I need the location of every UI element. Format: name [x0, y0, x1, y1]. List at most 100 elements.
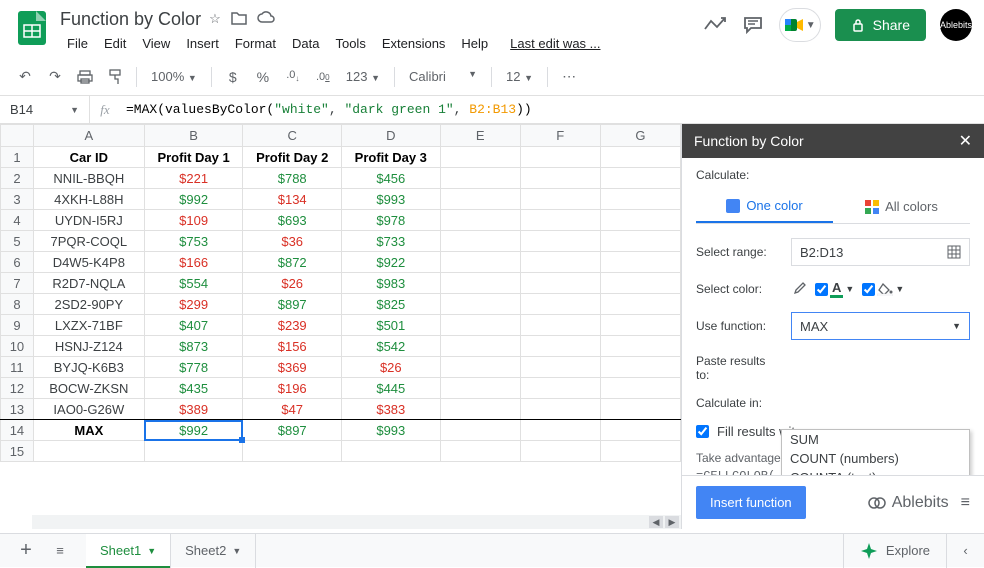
cell[interactable]	[520, 441, 600, 462]
function-option[interactable]: SUM	[782, 430, 969, 449]
cell[interactable]	[600, 378, 680, 399]
cell[interactable]	[440, 441, 520, 462]
cell[interactable]	[33, 441, 144, 462]
cell[interactable]	[520, 294, 600, 315]
row-header[interactable]: 4	[1, 210, 34, 231]
tab-one-color[interactable]: One color	[696, 190, 833, 223]
share-button[interactable]: Share	[835, 9, 926, 41]
cell[interactable]: $825	[342, 294, 441, 315]
row-header[interactable]: 9	[1, 315, 34, 336]
cell[interactable]	[600, 420, 680, 441]
col-header[interactable]: E	[440, 125, 520, 147]
row-header[interactable]: 5	[1, 231, 34, 252]
cell[interactable]	[440, 420, 520, 441]
font-size-select[interactable]: 12 ▼	[500, 69, 539, 84]
cell[interactable]: $872	[243, 252, 342, 273]
cell[interactable]: $26	[243, 273, 342, 294]
cell[interactable]: $897	[243, 294, 342, 315]
currency-button[interactable]: $	[220, 64, 246, 90]
col-header[interactable]: C	[243, 125, 342, 147]
last-edit-link[interactable]: Last edit was ...	[503, 32, 607, 55]
cell[interactable]: BOCW-ZKSN	[33, 378, 144, 399]
cell[interactable]: $435	[144, 378, 243, 399]
cell[interactable]: $456	[342, 168, 441, 189]
inc-decimal-button[interactable]: .00	[310, 64, 336, 90]
cell[interactable]: $299	[144, 294, 243, 315]
cell[interactable]: $992	[144, 420, 243, 441]
cell[interactable]: $993	[342, 189, 441, 210]
cell[interactable]	[440, 252, 520, 273]
dec-decimal-button[interactable]: .0↓	[280, 64, 306, 90]
cell[interactable]	[440, 399, 520, 420]
cell[interactable]: $554	[144, 273, 243, 294]
cell[interactable]	[243, 441, 342, 462]
font-color-icon[interactable]: A	[830, 280, 843, 298]
tab-all-colors[interactable]: All colors	[833, 190, 970, 223]
cell[interactable]: $992	[144, 189, 243, 210]
cell[interactable]	[600, 252, 680, 273]
row-header[interactable]: 10	[1, 336, 34, 357]
cell[interactable]	[440, 189, 520, 210]
cell[interactable]	[600, 210, 680, 231]
eyedropper-icon[interactable]	[791, 281, 807, 297]
cell[interactable]	[440, 378, 520, 399]
function-option[interactable]: COUNTA (text)	[782, 468, 969, 475]
col-header[interactable]: A	[33, 125, 144, 147]
menu-view[interactable]: View	[135, 32, 177, 55]
cell[interactable]	[520, 252, 600, 273]
menu-file[interactable]: File	[60, 32, 95, 55]
cell[interactable]: HSNJ-Z124	[33, 336, 144, 357]
row-header[interactable]: 13	[1, 399, 34, 420]
grid-picker-icon[interactable]	[947, 245, 961, 259]
row-header[interactable]: 3	[1, 189, 34, 210]
cell[interactable]	[520, 420, 600, 441]
cell[interactable]: $239	[243, 315, 342, 336]
cell[interactable]	[600, 336, 680, 357]
spreadsheet-grid[interactable]: ABCDEFG1Car IDProfit Day 1Profit Day 2Pr…	[0, 124, 681, 529]
cell[interactable]: $221	[144, 168, 243, 189]
fill-color-icon[interactable]	[877, 282, 893, 296]
paint-format-button[interactable]	[102, 64, 128, 90]
cell[interactable]: D4W5-K4P8	[33, 252, 144, 273]
menu-insert[interactable]: Insert	[179, 32, 226, 55]
zoom-select[interactable]: 100% ▼	[145, 69, 203, 84]
menu-format[interactable]: Format	[228, 32, 283, 55]
cell[interactable]: Profit Day 2	[243, 147, 342, 168]
cell[interactable]	[440, 210, 520, 231]
function-select[interactable]: MAX▼	[791, 312, 970, 340]
account-avatar[interactable]: Ablebits	[940, 9, 972, 41]
cell[interactable]	[600, 294, 680, 315]
cell[interactable]: 4XKH-L88H	[33, 189, 144, 210]
cell[interactable]: $156	[243, 336, 342, 357]
formula-input[interactable]: =MAX(valuesByColor("white", "dark green …	[120, 102, 984, 117]
cloud-icon[interactable]	[257, 11, 275, 27]
cell[interactable]: 2SD2-90PY	[33, 294, 144, 315]
undo-button[interactable]: ↶	[12, 64, 38, 90]
cell[interactable]: $369	[243, 357, 342, 378]
cell[interactable]: $389	[144, 399, 243, 420]
row-header[interactable]: 14	[1, 420, 34, 441]
cell[interactable]: $753	[144, 231, 243, 252]
row-header[interactable]: 8	[1, 294, 34, 315]
cell[interactable]: $109	[144, 210, 243, 231]
cell[interactable]: $47	[243, 399, 342, 420]
redo-button[interactable]: ↷	[42, 64, 68, 90]
cell[interactable]: $501	[342, 315, 441, 336]
col-header[interactable]: F	[520, 125, 600, 147]
scroll-right-icon[interactable]: ▶	[665, 516, 679, 528]
cell[interactable]: $166	[144, 252, 243, 273]
cell[interactable]: $542	[342, 336, 441, 357]
cell[interactable]: R2D7-NQLA	[33, 273, 144, 294]
cell[interactable]	[600, 315, 680, 336]
menu-tools[interactable]: Tools	[328, 32, 372, 55]
cell[interactable]	[600, 231, 680, 252]
menu-help[interactable]: Help	[454, 32, 495, 55]
more-toolbar-icon[interactable]: ⋯	[556, 64, 582, 90]
cell[interactable]: $36	[243, 231, 342, 252]
cell[interactable]: $788	[243, 168, 342, 189]
cell[interactable]	[440, 315, 520, 336]
row-header[interactable]: 15	[1, 441, 34, 462]
cell[interactable]: $445	[342, 378, 441, 399]
cell[interactable]	[520, 378, 600, 399]
cell[interactable]: $733	[342, 231, 441, 252]
